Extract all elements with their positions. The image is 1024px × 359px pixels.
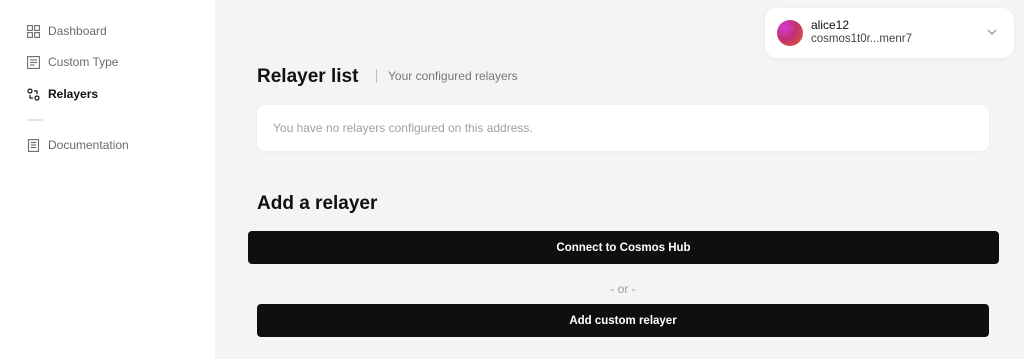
account-name: alice12	[811, 18, 850, 32]
title-separator	[376, 69, 377, 83]
connect-cosmos-hub-button[interactable]: Connect to Cosmos Hub	[248, 231, 999, 264]
add-relayer-title: Add a relayer	[257, 193, 378, 214]
document-icon	[27, 55, 40, 69]
sidebar-item-relayers[interactable]: Relayers	[27, 84, 98, 104]
dashboard-grid-icon	[27, 24, 40, 38]
chevron-down-icon[interactable]	[986, 26, 998, 38]
or-label: - or -	[610, 282, 636, 296]
avatar	[777, 20, 803, 46]
sidebar-divider	[27, 119, 43, 121]
relayer-list-title: Relayer list	[257, 66, 359, 87]
app-root: Dashboard Custom Type Relayers Documenta…	[0, 0, 1024, 359]
sidebar: Dashboard Custom Type Relayers Documenta…	[0, 0, 215, 359]
sidebar-item-dashboard[interactable]: Dashboard	[27, 21, 107, 41]
sidebar-item-documentation[interactable]: Documentation	[27, 135, 129, 155]
book-icon	[27, 138, 40, 152]
sidebar-item-label: Custom Type	[48, 55, 119, 69]
sidebar-item-label: Documentation	[48, 138, 129, 152]
empty-state-message: You have no relayers configured on this …	[273, 121, 533, 135]
add-custom-relayer-button[interactable]: Add custom relayer	[257, 304, 989, 337]
relayers-icon	[27, 87, 40, 101]
sidebar-item-custom-type[interactable]: Custom Type	[27, 52, 118, 72]
relayer-list-card: You have no relayers configured on this …	[257, 105, 989, 151]
sidebar-item-label: Dashboard	[48, 24, 107, 38]
relayer-list-subtitle: Your configured relayers	[388, 69, 518, 83]
sidebar-item-label: Relayers	[48, 87, 99, 101]
account-selector[interactable]: alice12 cosmos1t0r...menr7	[765, 8, 1014, 58]
or-divider: - or -	[0, 282, 1024, 296]
account-address: cosmos1t0r...menr7	[811, 33, 912, 45]
